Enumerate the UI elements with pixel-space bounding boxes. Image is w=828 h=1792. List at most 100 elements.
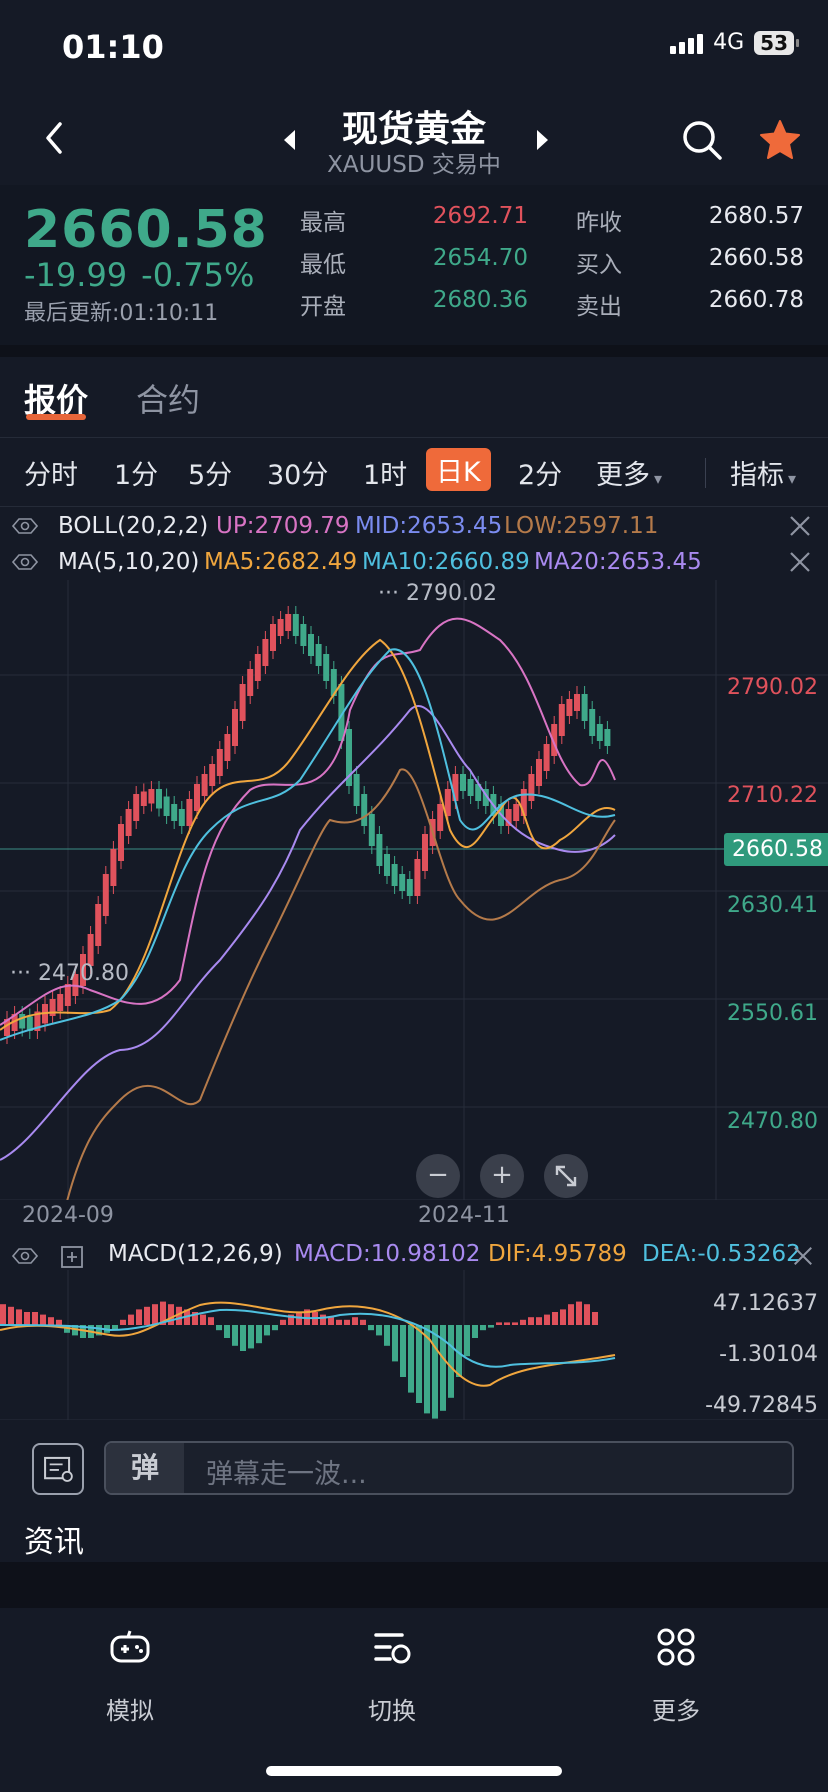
macd-bar <box>128 1314 134 1325</box>
danmu-placeholder: 弹幕走一波... <box>206 1459 367 1490</box>
add-indicator-icon[interactable] <box>60 1245 84 1269</box>
candle <box>178 809 185 826</box>
search-icon[interactable] <box>680 118 724 162</box>
macd-value: MACD:10.98102 <box>294 1241 481 1267</box>
low-value: 2654.70 <box>432 245 528 271</box>
candle <box>581 694 588 721</box>
ask-label: 卖出 <box>576 294 622 320</box>
boll-up: UP:2709.79 <box>216 513 350 539</box>
period-2min[interactable]: 2分 <box>518 453 562 492</box>
zoom-in-button[interactable]: + <box>480 1154 524 1198</box>
zoom-out-button[interactable]: − <box>416 1154 460 1198</box>
news-title: 资讯 <box>24 1525 84 1560</box>
macd-bar <box>560 1309 566 1325</box>
period-1hour[interactable]: 1时 <box>363 453 407 492</box>
candle <box>262 639 269 666</box>
prev-instrument-icon[interactable] <box>280 128 300 152</box>
kline-chart[interactable]: ··· 2790.02 ··· 2470.80 <box>0 580 828 1200</box>
close-icon[interactable] <box>788 550 812 574</box>
candle <box>201 774 208 796</box>
macd-bar <box>232 1325 238 1346</box>
nav-more-label: 更多 <box>652 1697 700 1725</box>
ask-value: 2660.78 <box>708 287 804 313</box>
period-30min[interactable]: 30分 <box>267 453 328 492</box>
status-indicators: 4G 53 <box>670 30 799 55</box>
macd-bar <box>576 1301 582 1325</box>
y-label-2: 2710.22 <box>727 783 818 808</box>
macd-bar <box>256 1325 262 1344</box>
macd-bar <box>224 1325 230 1338</box>
switch-icon <box>374 1633 411 1664</box>
candle <box>102 874 109 916</box>
high-label: 最高 <box>300 210 346 236</box>
star-icon[interactable] <box>758 118 802 162</box>
candle <box>414 859 421 896</box>
macd-bar <box>280 1319 286 1325</box>
next-instrument-icon[interactable] <box>532 128 552 152</box>
open-label: 开盘 <box>300 294 346 320</box>
instrument-subtitle: XAUUSD 交易中 <box>327 152 501 178</box>
macd-bar <box>240 1325 246 1351</box>
danmu-button[interactable]: 弹 <box>106 1443 184 1493</box>
tab-contract[interactable]: 合约 <box>136 375 200 421</box>
macd-bar <box>400 1325 406 1377</box>
macd-bar <box>480 1325 486 1331</box>
macd-bar <box>144 1306 150 1325</box>
candle <box>558 704 565 736</box>
period-1min[interactable]: 1分 <box>114 453 158 492</box>
candle <box>19 1014 26 1029</box>
candle <box>376 834 383 866</box>
macd-bar <box>208 1317 214 1325</box>
ma10-value: MA10:2660.89 <box>362 549 530 575</box>
prev-close-label: 昨收 <box>576 210 622 236</box>
macd-bar <box>360 1319 366 1325</box>
macd-bar <box>528 1317 534 1325</box>
indicator-dropdown[interactable]: 指标 <box>730 453 796 492</box>
eye-icon[interactable] <box>12 517 38 535</box>
max-marker: ··· 2790.02 <box>378 581 497 606</box>
candle <box>536 759 542 786</box>
candle <box>277 619 284 636</box>
date-label-1: 2024-09 <box>22 1203 114 1228</box>
period-more-dropdown[interactable]: 更多 <box>596 453 662 492</box>
period-timeshare[interactable]: 分时 <box>24 453 78 492</box>
current-price-tag: 2660.58 <box>724 833 828 866</box>
eye-icon[interactable] <box>12 553 38 571</box>
close-icon[interactable] <box>788 514 812 538</box>
macd-histogram <box>0 1301 598 1419</box>
eye-icon[interactable] <box>12 1247 38 1265</box>
macd-bar <box>48 1317 54 1325</box>
close-icon[interactable] <box>792 1245 814 1267</box>
back-icon[interactable] <box>40 118 70 158</box>
candle <box>589 709 596 736</box>
candle <box>353 774 360 806</box>
macd-bar <box>152 1304 158 1325</box>
candle <box>216 749 223 776</box>
macd-chart[interactable] <box>0 1270 828 1420</box>
candle <box>64 984 71 1006</box>
period-5min[interactable]: 5分 <box>188 453 232 492</box>
indicator-label: 指标 <box>730 460 784 491</box>
macd-bar <box>248 1325 254 1349</box>
nav-simulate[interactable]: 模拟 <box>70 1625 190 1726</box>
macd-bar <box>472 1325 478 1338</box>
period-separator <box>705 458 706 488</box>
macd-bar <box>320 1314 326 1325</box>
period-daily[interactable]: 日K <box>426 448 491 491</box>
nav-more[interactable]: 更多 <box>616 1625 736 1726</box>
macd-bar <box>392 1325 398 1362</box>
macd-bar <box>568 1304 574 1325</box>
candle <box>270 624 276 651</box>
macd-bar <box>32 1312 38 1325</box>
candle <box>422 834 428 871</box>
candle <box>224 734 231 761</box>
nav-switch[interactable]: 切换 <box>332 1625 452 1726</box>
macd-label-1: 47.12637 <box>713 1291 818 1316</box>
fullscreen-icon[interactable] <box>544 1154 588 1198</box>
change-value: -19.99 <box>24 256 128 294</box>
danmu-toggle-icon[interactable] <box>32 1443 84 1495</box>
nav-switch-label: 切换 <box>368 1697 416 1725</box>
macd-bar <box>584 1304 590 1325</box>
min-marker: ··· 2470.80 <box>10 961 129 986</box>
macd-bar <box>216 1325 222 1331</box>
